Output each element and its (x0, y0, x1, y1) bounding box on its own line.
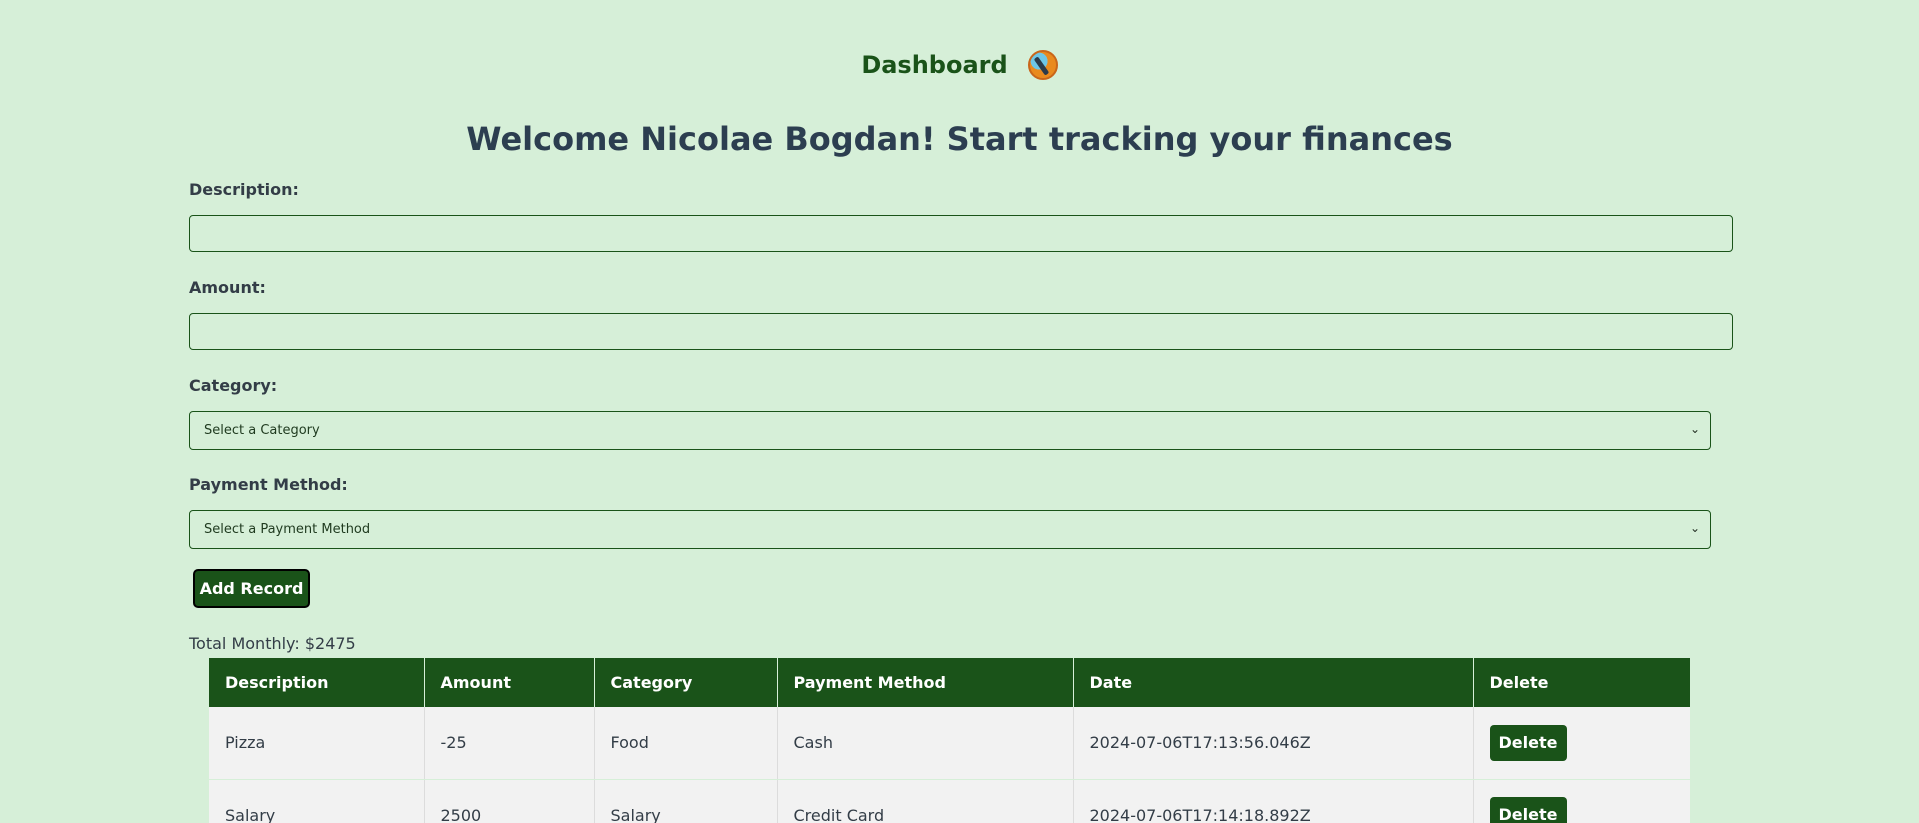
table-row: Salary 2500 Salary Credit Card 2024-07-0… (209, 779, 1690, 823)
payment-method-label: Payment Method: (189, 475, 348, 494)
welcome-heading: Welcome Nicolae Bogdan! Start tracking y… (466, 120, 1453, 158)
description-label: Description: (189, 180, 299, 199)
record-form: Description: Amount: Category: Select a … (189, 180, 1733, 653)
cell-date: 2024-07-06T17:14:18.892Z (1073, 779, 1474, 823)
category-label: Category: (189, 376, 278, 395)
header-amount: Amount (424, 658, 595, 707)
cell-date: 2024-07-06T17:13:56.046Z (1073, 707, 1474, 780)
cell-description: Pizza (209, 707, 425, 780)
cell-delete: Delete (1473, 707, 1690, 780)
cell-payment-method: Cash (777, 707, 1074, 780)
table-header-row: Description Amount Category Payment Meth… (209, 658, 1690, 707)
table-row: Pizza -25 Food Cash 2024-07-06T17:13:56.… (209, 707, 1690, 780)
header: Dashboard (0, 50, 1919, 80)
cell-category: Food (594, 707, 778, 780)
cell-category: Salary (594, 779, 778, 823)
records-table: Description Amount Category Payment Meth… (209, 658, 1690, 823)
chevron-down-icon: ⌄ (1689, 422, 1701, 436)
description-input[interactable] (189, 215, 1733, 252)
header-description: Description (209, 658, 425, 707)
page-title: Dashboard (861, 51, 1008, 79)
cell-amount: 2500 (424, 779, 595, 823)
page: Dashboard Welcome Nicolae Bogdan! Start … (0, 0, 1919, 823)
cell-delete: Delete (1473, 779, 1690, 823)
chevron-down-icon: ⌄ (1689, 521, 1701, 535)
category-select-value: Select a Category (204, 423, 320, 438)
delete-button[interactable]: Delete (1489, 797, 1567, 823)
payment-method-select[interactable]: Select a Payment Method ⌄ (189, 510, 1711, 549)
header-payment-method: Payment Method (777, 658, 1074, 707)
amount-input[interactable] (189, 313, 1733, 350)
cell-payment-method: Credit Card (777, 779, 1074, 823)
cell-amount: -25 (424, 707, 595, 780)
payment-method-select-value: Select a Payment Method (204, 522, 371, 537)
total-monthly: Total Monthly: $2475 (189, 634, 356, 653)
avatar-icon[interactable] (1027, 50, 1058, 80)
header-date: Date (1073, 658, 1474, 707)
delete-button[interactable]: Delete (1489, 724, 1567, 761)
header-category: Category (594, 658, 778, 707)
header-delete: Delete (1473, 658, 1690, 707)
add-record-button[interactable]: Add Record (193, 569, 310, 608)
cell-description: Salary (209, 779, 425, 823)
amount-label: Amount: (189, 278, 266, 297)
category-select[interactable]: Select a Category ⌄ (189, 411, 1711, 450)
